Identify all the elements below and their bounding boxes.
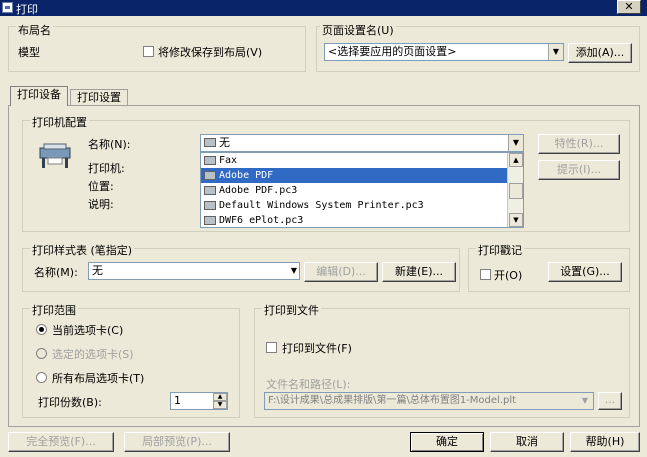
tab-plot-settings[interactable]: 打印设置 [70, 89, 128, 106]
file-path-select[interactable]: F:\设计成果\总成果排版\第一篇\总体布置图1-Model.plt ▼ [264, 392, 594, 410]
plot-stamp-settings-button[interactable]: 设置(G)... [548, 262, 622, 282]
list-item-label: DWF6 ePlot.pc3 [219, 215, 304, 226]
plot-style-value: 无 [92, 264, 103, 277]
edit-plot-style-button[interactable]: 编辑(D)... [304, 262, 378, 282]
printer-small-icon [204, 201, 216, 210]
printer-small-icon [204, 186, 216, 195]
list-scrollbar[interactable]: ▲ ▼ [507, 153, 523, 227]
printer-small-icon [204, 216, 216, 225]
current-tab-radio[interactable] [36, 324, 47, 335]
plotter-icon [36, 142, 74, 170]
location-label: 位置: [88, 180, 114, 193]
browse-button[interactable]: ... [598, 392, 622, 410]
ok-button[interactable]: 确定 [410, 432, 484, 452]
stepper-down-icon[interactable]: ▼ [213, 401, 227, 409]
plot-stamp-on-label: 开(O) [494, 269, 523, 282]
file-path-value: F:\设计成果\总成果排版\第一篇\总体布置图1-Model.plt [268, 395, 517, 406]
page-setup-select[interactable]: <选择要应用的页面设置> ▼ [324, 43, 564, 61]
plot-range-label: 打印范围 [30, 302, 78, 318]
layout-label: 布局名 [16, 22, 53, 38]
plot-style-label: 打印样式表 (笔指定) [30, 242, 135, 258]
scroll-up-icon[interactable]: ▲ [509, 153, 523, 167]
list-item[interactable]: Fax [201, 153, 523, 168]
chevron-down-icon[interactable]: ▼ [291, 263, 297, 279]
plot-to-file-group-label: 打印到文件 [262, 302, 321, 318]
layout-value: 模型 [18, 46, 40, 59]
scroll-down-icon[interactable]: ▼ [509, 213, 523, 227]
copies-stepper[interactable]: 1 ▲ ▼ [170, 392, 228, 410]
all-layout-tabs-label: 所有布局选项卡(T) [52, 372, 145, 385]
plot-to-file-checkbox[interactable] [266, 342, 277, 353]
printer-config-label: 打印机配置 [30, 114, 89, 130]
list-item-label: Adobe PDF [219, 170, 274, 181]
list-item-label: Adobe PDF.pc3 [219, 185, 298, 196]
dialog-body: 布局名 模型 将修改保存到布局(V) 页面设置名(U) <选择要应用的页面设置>… [0, 16, 647, 457]
plot-stamp-checkbox[interactable] [480, 269, 491, 280]
list-item[interactable]: DWF6 ePlot.pc3 [201, 213, 523, 227]
plot-to-file-label: 打印到文件(F) [282, 342, 352, 355]
description-label: 说明: [88, 198, 114, 211]
page-setup-label: 页面设置名(U) [320, 22, 396, 38]
list-item-label: Fax [219, 155, 238, 166]
new-plot-style-button[interactable]: 新建(E)... [382, 262, 456, 282]
close-icon: ✕ [624, 0, 634, 13]
printer-small-icon [204, 138, 216, 147]
chevron-down-icon[interactable]: ▼ [548, 44, 563, 60]
list-item[interactable]: Adobe PDF [201, 168, 523, 183]
printer-small-icon [204, 171, 216, 180]
chevron-down-icon[interactable]: ▼ [578, 393, 592, 409]
save-to-layout-checkbox[interactable] [143, 46, 154, 57]
properties-button[interactable]: 特性(R)... [538, 134, 620, 154]
file-path-label: 文件名和路径(L): [266, 378, 351, 391]
printer-name-select[interactable]: 无 ▼ [200, 134, 524, 152]
printer-dropdown-list[interactable]: Fax Adobe PDF Adobe PDF.pc3 Default Wind… [200, 152, 524, 228]
plot-stamp-label: 打印戳记 [476, 242, 524, 258]
printer-name-value: 无 [219, 136, 230, 149]
plot-style-name-label: 名称(M): [34, 266, 78, 279]
current-tab-label: 当前选项卡(C) [52, 324, 124, 337]
list-item[interactable]: Adobe PDF.pc3 [201, 183, 523, 198]
stepper-up-icon[interactable]: ▲ [213, 393, 227, 401]
printer-name-label: 名称(N): [88, 138, 131, 151]
printer-label: 打印机: [88, 162, 125, 175]
add-page-setup-button[interactable]: 添加(A)... [568, 43, 632, 63]
help-button[interactable]: 帮助(H) [570, 432, 640, 452]
plot-style-select[interactable]: 无 ▼ [88, 262, 300, 280]
title-bar: 打印 ✕ [0, 0, 647, 16]
chevron-down-icon[interactable]: ▼ [508, 135, 523, 151]
page-setup-selected: <选择要应用的页面设置> [328, 45, 457, 58]
list-item-label: Default Windows System Printer.pc3 [219, 200, 424, 211]
close-button[interactable]: ✕ [617, 0, 641, 14]
list-item[interactable]: Default Windows System Printer.pc3 [201, 198, 523, 213]
selected-tabs-radio[interactable] [36, 348, 47, 359]
app-icon [2, 2, 13, 13]
hints-button[interactable]: 提示(I)... [538, 160, 620, 180]
copies-value: 1 [174, 394, 181, 407]
full-preview-button[interactable]: 完全预览(F)... [8, 432, 114, 452]
all-layout-tabs-radio[interactable] [36, 372, 47, 383]
printer-small-icon [204, 156, 216, 165]
save-to-layout-label: 将修改保存到布局(V) [158, 46, 263, 59]
selected-tabs-label: 选定的选项卡(S) [52, 348, 134, 361]
copies-label: 打印份数(B): [38, 396, 102, 409]
cancel-button[interactable]: 取消 [490, 432, 564, 452]
tab-plot-device[interactable]: 打印设备 [10, 86, 68, 106]
scroll-thumb[interactable] [509, 183, 523, 199]
window-title: 打印 [16, 3, 38, 16]
partial-preview-button[interactable]: 局部预览(P)... [124, 432, 230, 452]
